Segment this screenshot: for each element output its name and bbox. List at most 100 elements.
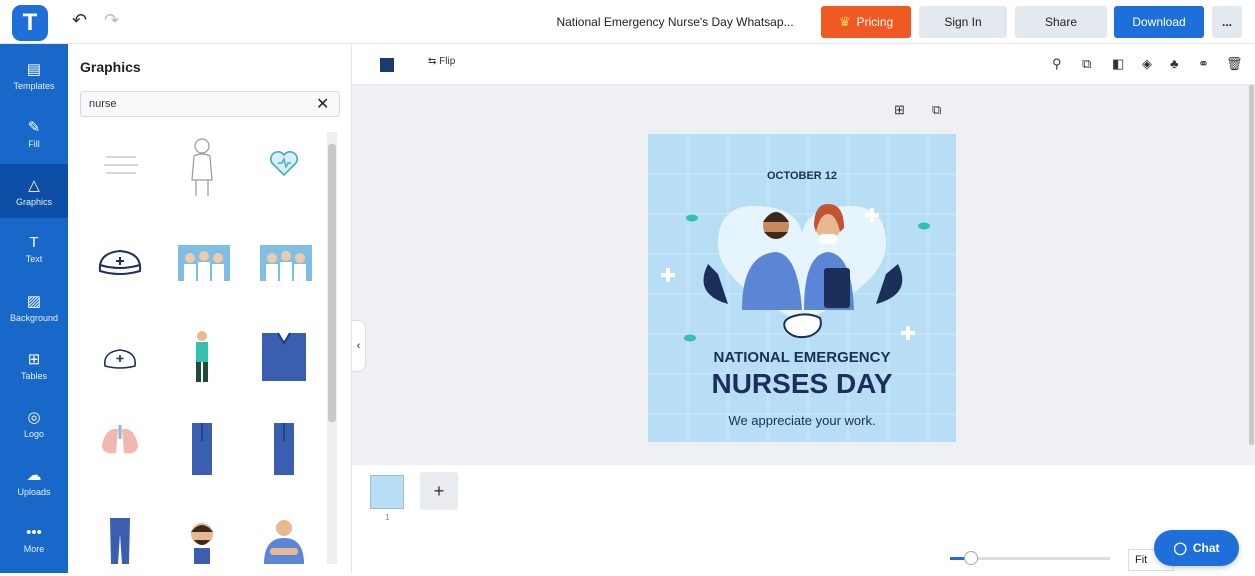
- rail-item-fill[interactable]: ✎ Fill: [0, 106, 68, 160]
- search-input[interactable]: [80, 91, 340, 117]
- flip-button[interactable]: ⇆ Flip: [428, 56, 455, 67]
- rail-item-text[interactable]: T Text: [0, 222, 68, 276]
- zoom-slider-handle[interactable]: [964, 551, 978, 565]
- graphic-thumbnail: [110, 518, 130, 564]
- rail-item-uploads[interactable]: ☁ Uploads: [0, 454, 68, 508]
- graphics-panel: Graphics: [68, 44, 352, 573]
- panel-scrollbar[interactable]: [327, 132, 337, 564]
- templates-icon: ▤: [26, 60, 42, 78]
- rail-label: More: [23, 544, 45, 554]
- graphic-thumbnail: [104, 156, 138, 174]
- rail-item-background[interactable]: ▨ Background: [0, 280, 68, 334]
- pricing-label: Pricing: [856, 15, 894, 29]
- graphic-result-scrubs-pants-b[interactable]: [250, 414, 318, 484]
- card-date[interactable]: OCTOBER 12: [648, 170, 956, 182]
- graphic-thumbnail: [262, 332, 306, 381]
- opacity-icon[interactable]: ◈: [1142, 56, 1152, 72]
- tool-rail: ▤ Templates ✎ Fill △ Graphics T Text ▨ Backgr…: [0, 44, 68, 573]
- rail-label: Uploads: [17, 486, 51, 497]
- chat-button[interactable]: ◯ Chat: [1154, 530, 1239, 566]
- chat-label: Chat: [1192, 541, 1220, 555]
- graphic-result-trousers[interactable]: [86, 506, 154, 576]
- rail-label: Graphics: [15, 196, 52, 207]
- format-painter-icon[interactable]: ⚲: [1052, 56, 1062, 72]
- document-title[interactable]: National Emergency Nurse's Day Whatsap..…: [540, 15, 810, 29]
- graphic-result-medical-team-2[interactable]: [252, 228, 320, 298]
- crown-icon: ♛: [838, 14, 851, 29]
- rail-label: Logo: [23, 428, 45, 439]
- graphic-thumbnail: [178, 245, 230, 281]
- graphic-result-nurse-cap[interactable]: [86, 228, 154, 298]
- rail-item-graphics[interactable]: △ Graphics: [0, 164, 68, 218]
- top-bar: T ↶ ↷ National Emergency Nurse's Day Wha…: [0, 0, 1255, 44]
- shapes-icon: △: [28, 176, 40, 194]
- flip-label: Flip: [439, 56, 456, 67]
- layer-order-icon[interactable]: ◧: [1112, 56, 1124, 72]
- add-page-button[interactable]: +: [420, 472, 458, 510]
- flip-icon: ⇆: [428, 56, 440, 67]
- graphic-result-medical-team-1[interactable]: [170, 228, 238, 298]
- sign-in-button[interactable]: Sign In: [919, 6, 1007, 38]
- text-icon: T: [29, 234, 39, 251]
- graphic-thumbnail: [269, 151, 299, 177]
- graphic-result-text-scribble[interactable]: [86, 130, 154, 200]
- panel-title: Graphics: [80, 59, 141, 75]
- graphic-thumbnail: [98, 249, 142, 275]
- graphic-result-scrubs-top[interactable]: [250, 322, 318, 392]
- background-icon: ▨: [26, 292, 42, 310]
- close-icon[interactable]: ✕: [316, 94, 329, 114]
- element-toolbar: ⇆ Flip ⚲ ⧉ ◧ ◈ ♣ ⚭ 🗑: [352, 44, 1255, 85]
- collapse-panel-button[interactable]: ‹: [352, 320, 366, 372]
- brush-icon: ✎: [27, 118, 41, 136]
- share-button[interactable]: Share: [1015, 6, 1107, 38]
- graphic-thumbnail: [192, 423, 212, 475]
- rail-item-tables[interactable]: ⊞ Tables: [0, 338, 68, 392]
- pricing-button[interactable]: ♛ Pricing: [821, 6, 911, 38]
- copy-page-icon[interactable]: ⧉: [932, 102, 941, 118]
- graphic-result-nurse-outline[interactable]: [168, 132, 236, 202]
- plus-icon: +: [433, 480, 445, 501]
- graphic-thumbnail: [191, 523, 213, 564]
- chat-bubble-icon: ◯: [1173, 541, 1187, 555]
- graphic-thumbnail: [264, 520, 304, 564]
- align-icon[interactable]: ♣: [1170, 56, 1179, 71]
- rail-item-templates[interactable]: ▤ Templates: [0, 48, 68, 102]
- graphic-result-nurse-cap-small[interactable]: [86, 324, 154, 394]
- panel-scroll-thumb[interactable]: [328, 144, 336, 422]
- graphic-result-nurse-figure[interactable]: [168, 322, 236, 392]
- undo-icon[interactable]: ↶: [72, 10, 87, 31]
- page-strip: 1 + Fit: [352, 465, 1255, 573]
- add-page-icon[interactable]: ⊞: [894, 102, 905, 118]
- delete-icon[interactable]: 🗑: [1226, 56, 1243, 72]
- graphic-result-nurse-arms-crossed[interactable]: [250, 506, 318, 576]
- canvas-scrollbar[interactable]: [1249, 85, 1254, 445]
- table-icon: ⊞: [27, 350, 41, 368]
- card-tagline[interactable]: We appreciate your work.: [648, 413, 956, 428]
- rail-label: Tables: [20, 370, 47, 381]
- rail-item-logo[interactable]: ◎ Logo: [0, 396, 68, 450]
- graphic-thumbnail: [274, 423, 294, 475]
- rail-label: Background: [9, 312, 59, 323]
- graphic-result-male-nurse-face[interactable]: [168, 506, 236, 576]
- app-logo[interactable]: T: [12, 5, 48, 41]
- redo-icon[interactable]: ↷: [104, 10, 119, 31]
- color-swatch[interactable]: [380, 58, 394, 72]
- graphic-result-heart-stethoscope[interactable]: [250, 128, 318, 198]
- graphic-thumbnail: [191, 138, 213, 196]
- rail-label: Text: [25, 254, 43, 264]
- duplicate-icon[interactable]: ⧉: [1082, 56, 1091, 72]
- design-card[interactable]: OCTOBER 12 NATIONAL EMERGENCY NURSES DAY…: [648, 134, 956, 442]
- rail-item-more[interactable]: ••• More: [0, 512, 68, 566]
- more-dots-icon: •••: [26, 524, 42, 541]
- logo-icon: ◎: [27, 408, 41, 426]
- download-button[interactable]: Download: [1114, 6, 1204, 38]
- graphic-result-lungs[interactable]: [86, 406, 154, 476]
- card-heading-line2[interactable]: NURSES DAY: [648, 368, 956, 400]
- graphic-thumbnail: [260, 245, 312, 281]
- graphic-result-scrubs-pants-a[interactable]: [168, 414, 236, 484]
- more-options-button[interactable]: ...: [1212, 6, 1242, 38]
- card-heading-line1[interactable]: NATIONAL EMERGENCY: [648, 349, 956, 366]
- chevron-left-icon: ‹: [356, 340, 361, 352]
- page-thumbnail[interactable]: [370, 475, 404, 509]
- link-icon[interactable]: ⚭: [1198, 56, 1209, 72]
